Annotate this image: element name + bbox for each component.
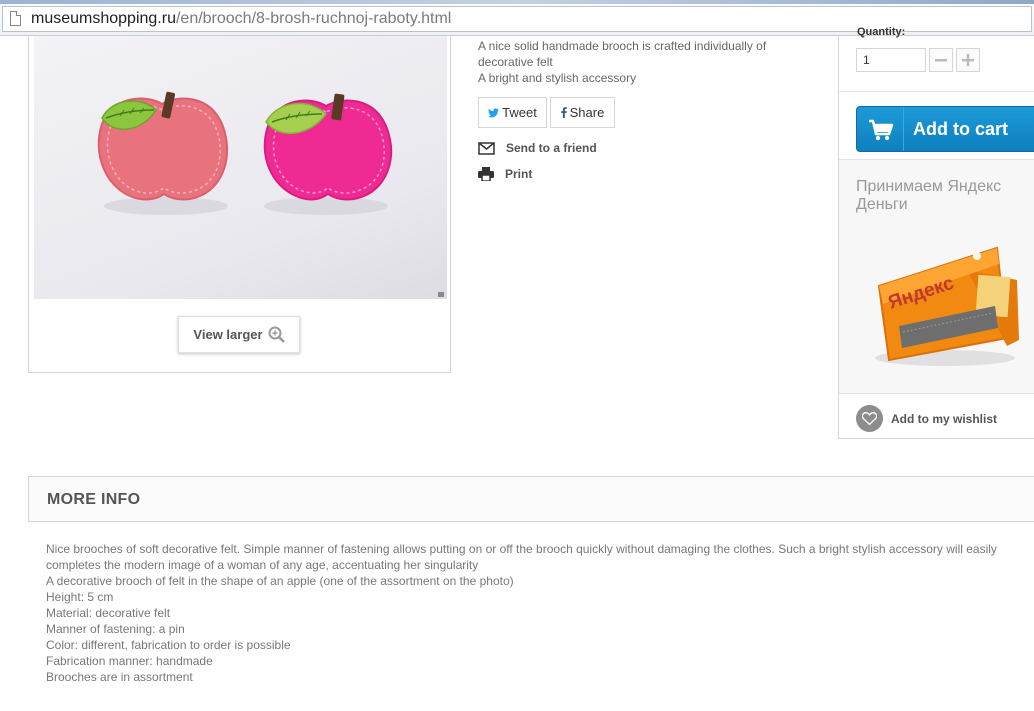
envelope-icon <box>478 141 495 155</box>
divider <box>839 393 1034 394</box>
minus-icon <box>935 59 947 62</box>
url-host: museumshopping.ru <box>31 10 176 27</box>
url-text[interactable]: museumshopping.ru/en/brooch/8-brosh-ruch… <box>31 10 451 28</box>
yandex-wallet-image: Яндекс <box>875 246 1019 366</box>
printer-icon <box>478 167 494 181</box>
pink-apple-brooch <box>97 91 229 201</box>
short-description: A nice solid handmade brooch is crafted … <box>478 38 798 86</box>
browser-chrome-strip <box>0 0 1034 4</box>
add-to-cart-button[interactable]: Add to cart <box>856 106 1034 152</box>
info-line: Brooches are in assortment <box>46 670 193 684</box>
info-line: Color: different, fabrication to order i… <box>46 638 291 652</box>
print-label: Print <box>505 167 533 181</box>
info-line: Fabrication manner: handmade <box>46 654 213 668</box>
divider <box>839 91 1034 92</box>
info-line: Height: 5 cm <box>46 590 114 604</box>
info-line: A decorative brooch of felt in the shape… <box>46 574 514 588</box>
send-to-friend-link[interactable]: Send to a friend <box>478 139 597 157</box>
apple-brooches-image <box>97 91 444 297</box>
quantity-label: Quantity: <box>857 26 906 38</box>
product-image-panel: View larger <box>28 36 451 373</box>
quantity-input[interactable]: 1 <box>856 48 926 72</box>
shopping-cart-icon <box>869 119 894 141</box>
cart-icon-cell <box>857 107 904 151</box>
view-larger-button[interactable]: View larger <box>178 316 300 353</box>
add-to-wishlist-link[interactable]: Add to my wishlist <box>856 405 997 432</box>
share-label: Share <box>569 105 605 120</box>
wishlist-label: Add to my wishlist <box>891 411 998 426</box>
info-line: Manner of fastening: a pin <box>46 622 185 636</box>
heart-icon <box>856 405 883 432</box>
info-line: Material: decorative felt <box>46 606 171 620</box>
description-line: A bright and stylish accessory <box>478 71 637 85</box>
description-line: A nice solid handmade brooch is crafted … <box>478 39 767 69</box>
tweet-button[interactable]: Tweet <box>478 97 547 128</box>
buy-box: Quantity: 1 Add to cart Принимаем Яндекс… <box>838 26 1034 439</box>
facebook-share-button[interactable]: Share <box>550 97 615 128</box>
product-photo[interactable] <box>34 36 447 299</box>
magenta-apple-brooch <box>263 93 393 201</box>
quantity-increase-button[interactable] <box>956 48 980 72</box>
more-info-body: Nice brooches of soft decorative felt. S… <box>46 541 1021 685</box>
plus-icon <box>962 54 974 66</box>
page-icon <box>10 11 21 26</box>
tweet-label: Tweet <box>502 105 537 120</box>
print-link[interactable]: Print <box>478 165 532 183</box>
more-info-header: MORE INFO <box>28 476 1034 522</box>
info-line: Nice brooches of soft decorative felt. S… <box>46 542 997 572</box>
quantity-decrease-button[interactable] <box>929 48 953 72</box>
view-larger-label: View larger <box>193 327 263 342</box>
more-info-title: MORE INFO <box>47 491 141 508</box>
send-to-friend-label: Send to a friend <box>506 141 597 155</box>
yandex-money-promo[interactable]: Принимаем Яндекс Деньги Яндекс <box>839 160 1034 393</box>
photo-watermark-icon <box>438 292 444 297</box>
zoom-in-icon <box>268 326 285 343</box>
twitter-icon <box>488 107 500 117</box>
url-path: /en/brooch/8-brosh-ruchnoj-raboty.html <box>175 10 452 27</box>
facebook-icon <box>560 107 567 118</box>
add-to-cart-label: Add to cart <box>913 119 1009 139</box>
